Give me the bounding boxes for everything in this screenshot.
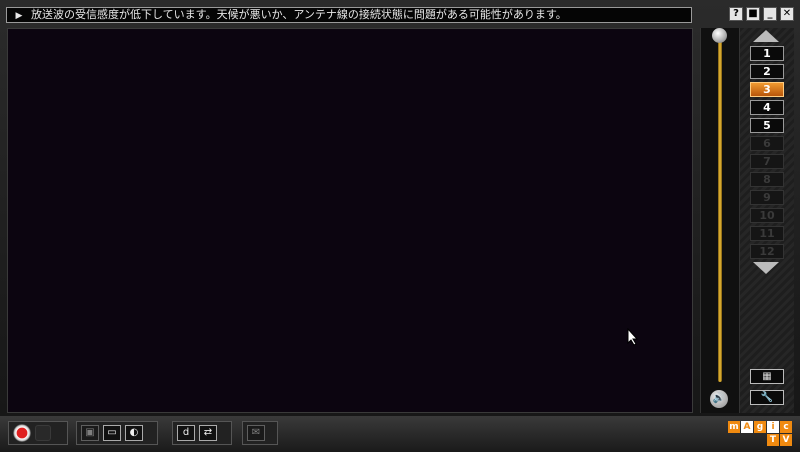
video-area[interactable] xyxy=(7,28,693,413)
screen-view-button[interactable]: ▭ xyxy=(103,425,121,441)
channel-button: 11 xyxy=(750,226,784,241)
window-controls: ? ■ _ ✕ xyxy=(729,7,794,21)
mouse-cursor-icon xyxy=(627,328,639,346)
channel-button[interactable]: 4 xyxy=(750,100,784,115)
multi-view-button[interactable]: ▣ xyxy=(81,425,99,441)
volume-slider-track[interactable] xyxy=(718,40,722,382)
program-guide-button[interactable]: ▦ xyxy=(750,369,784,384)
logo-letter: m xyxy=(728,421,740,433)
minimize-button[interactable]: _ xyxy=(763,7,777,21)
stop-icon[interactable] xyxy=(35,425,51,441)
volume-panel: 🔊 xyxy=(700,28,740,413)
status-message: 放送波の受信感度が低下しています。天候が悪いか、アンテナ線の接続状態に問題がある… xyxy=(31,8,567,21)
settings-button[interactable]: 🔧 xyxy=(750,390,784,405)
bottom-toolbar: ▣ ▭ ◐ d ⇄ ✉ xyxy=(0,416,800,452)
mail-group: ✉ xyxy=(242,421,278,445)
pin-button[interactable]: ■ xyxy=(746,7,760,21)
logo-letter xyxy=(741,434,753,446)
record-icon[interactable] xyxy=(13,424,31,442)
view-group: ▣ ▭ ◐ xyxy=(76,421,158,445)
logo-letter xyxy=(728,434,740,446)
mail-button[interactable]: ✉ xyxy=(247,425,265,441)
close-button[interactable]: ✕ xyxy=(780,7,794,21)
logo-letter: i xyxy=(767,421,779,433)
app-window: ▶ 放送波の受信感度が低下しています。天候が悪いか、アンテナ線の接続状態に問題があ… xyxy=(0,0,800,452)
channel-panel: 1 2 3 4 5 6 7 8 9 10 11 12 ▦ 🔧 xyxy=(740,28,794,413)
channel-button: 10 xyxy=(750,208,784,223)
logo-letter: T xyxy=(767,434,779,446)
channel-button: 9 xyxy=(750,190,784,205)
channel-button[interactable]: 3 xyxy=(750,82,784,97)
magictv-logo: mAgicTV xyxy=(728,421,792,446)
channel-button: 8 xyxy=(750,172,784,187)
status-bar: ▶ 放送波の受信感度が低下しています。天候が悪いか、アンテナ線の接続状態に問題があ… xyxy=(6,7,692,23)
channel-button: 6 xyxy=(750,136,784,151)
volume-slider-knob[interactable] xyxy=(712,28,727,43)
channel-up-icon[interactable] xyxy=(753,30,779,42)
logo-letter: c xyxy=(780,421,792,433)
data-broadcast-button[interactable]: d xyxy=(177,425,195,441)
speaker-icon[interactable]: 🔊 xyxy=(710,390,728,408)
channel-list: 1 2 3 4 5 6 7 8 9 10 11 12 xyxy=(750,46,784,259)
logo-letter: g xyxy=(754,421,766,433)
record-group xyxy=(8,421,68,445)
logo-letter xyxy=(754,434,766,446)
logo-letter: A xyxy=(741,421,753,433)
fullscreen-button[interactable]: ◐ xyxy=(125,425,143,441)
switch-button[interactable]: ⇄ xyxy=(199,425,217,441)
channel-button[interactable]: 5 xyxy=(750,118,784,133)
channel-button[interactable]: 1 xyxy=(750,46,784,61)
wrench-icon: 🔧 xyxy=(760,392,774,403)
channel-button[interactable]: 2 xyxy=(750,64,784,79)
guide-icon: ▦ xyxy=(762,371,772,382)
logo-letter: V xyxy=(780,434,792,446)
help-button[interactable]: ? xyxy=(729,7,743,21)
channel-down-icon[interactable] xyxy=(753,262,779,274)
data-group: d ⇄ xyxy=(172,421,232,445)
channel-button: 7 xyxy=(750,154,784,169)
channel-button: 12 xyxy=(750,244,784,259)
play-icon[interactable]: ▶ xyxy=(7,9,31,22)
